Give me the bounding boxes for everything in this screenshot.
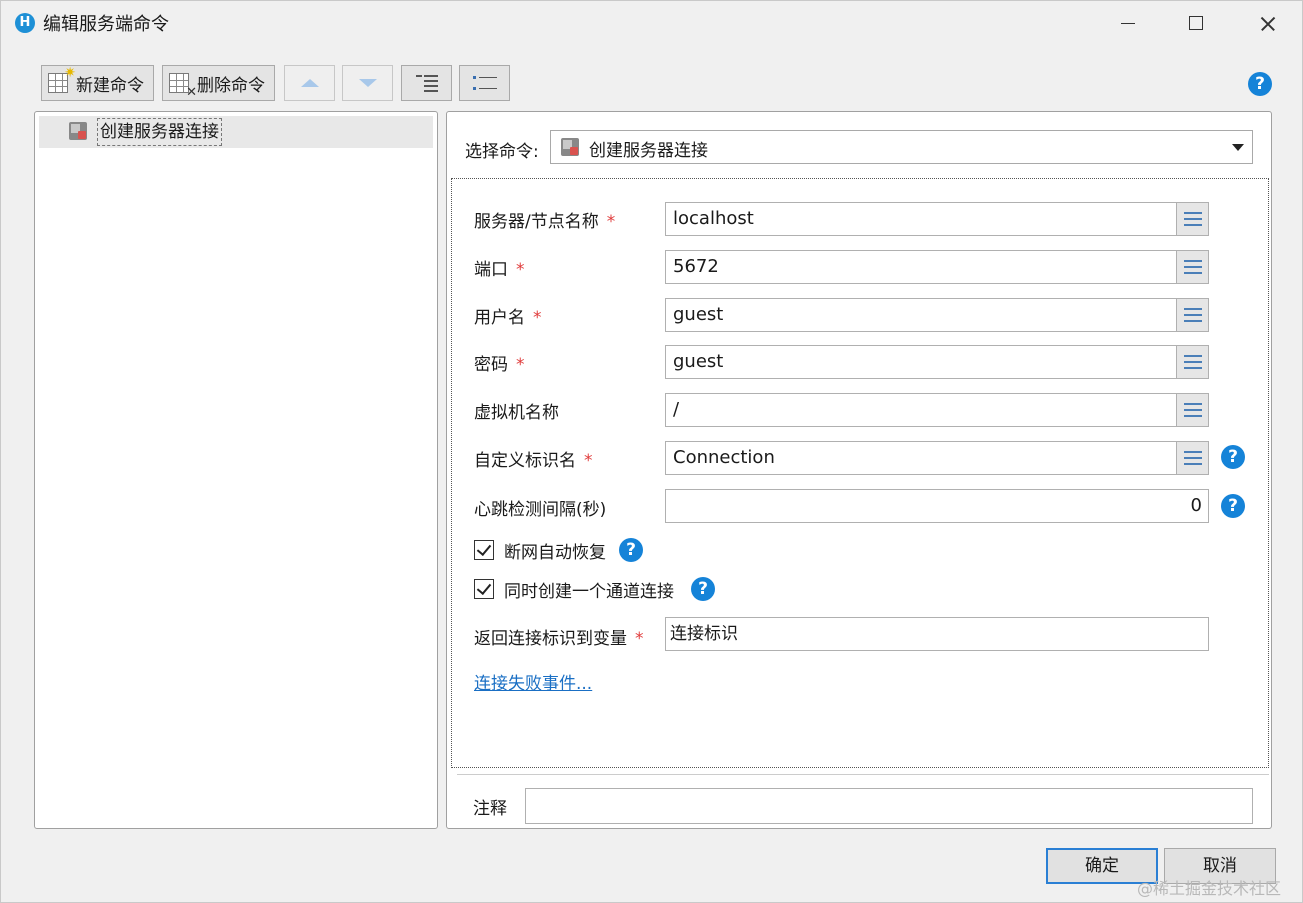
- new-command-button[interactable]: ✷ 新建命令: [41, 65, 154, 101]
- custom-id-input[interactable]: Connection: [665, 441, 1177, 475]
- arrow-up-icon: [300, 79, 319, 87]
- delete-table-icon: ✕: [169, 71, 197, 100]
- port-input[interactable]: 5672: [665, 250, 1177, 284]
- return-var-label: 返回连接标识到变量 *: [474, 629, 644, 649]
- move-down-button[interactable]: [342, 65, 393, 101]
- command-form: 服务器/节点名称 * localhost 端口 * 5672 用户名 * guest …: [451, 178, 1269, 768]
- password-label: 密码 *: [474, 355, 525, 375]
- new-table-icon: ✷: [48, 65, 76, 95]
- note-input[interactable]: [525, 788, 1253, 824]
- delete-command-button[interactable]: ✕ 删除命令: [162, 65, 275, 101]
- expression-button[interactable]: [1176, 345, 1209, 379]
- list-button[interactable]: [459, 65, 510, 101]
- custom-id-label: 自定义标识名 *: [474, 451, 593, 471]
- username-input[interactable]: guest: [665, 298, 1177, 332]
- new-command-label: 新建命令: [76, 75, 144, 96]
- auto-recover-label: 断网自动恢复: [504, 543, 606, 563]
- fail-event-link[interactable]: 连接失败事件...: [474, 669, 592, 694]
- note-label: 注释: [473, 799, 507, 819]
- create-channel-checkbox[interactable]: [474, 579, 494, 599]
- expression-button[interactable]: [1176, 393, 1209, 427]
- help-icon[interactable]: ?: [1221, 494, 1245, 518]
- tree-item[interactable]: 创建服务器连接: [39, 116, 433, 148]
- chevron-down-icon: [1232, 144, 1244, 151]
- return-var-input[interactable]: 连接标识: [665, 617, 1209, 651]
- indent-icon: [415, 74, 438, 92]
- indent-button[interactable]: [401, 65, 452, 101]
- password-input[interactable]: guest: [665, 345, 1177, 379]
- tree-item-label: 创建服务器连接: [97, 118, 222, 146]
- server-connect-icon: [69, 122, 87, 140]
- command-select-value: 创建服务器连接: [589, 141, 708, 161]
- expression-button[interactable]: [1176, 250, 1209, 284]
- help-icon[interactable]: ?: [1248, 72, 1272, 96]
- create-channel-label: 同时创建一个通道连接: [504, 582, 674, 602]
- list-icon: [472, 75, 497, 91]
- command-detail-panel: 选择命令: 创建服务器连接 服务器/节点名称 * localhost 端口 * 56…: [446, 111, 1272, 829]
- close-button[interactable]: [1231, 1, 1301, 45]
- command-tree-panel: 创建服务器连接: [34, 111, 438, 829]
- heartbeat-label: 心跳检测间隔(秒): [474, 500, 607, 520]
- help-icon[interactable]: ?: [1221, 445, 1245, 469]
- title-bar: H 编辑服务端命令: [1, 1, 1302, 45]
- vhost-label: 虚拟机名称: [474, 403, 559, 423]
- expression-button[interactable]: [1176, 298, 1209, 332]
- select-command-label: 选择命令:: [465, 142, 539, 162]
- expression-button[interactable]: [1176, 441, 1209, 475]
- heartbeat-input[interactable]: 0: [665, 489, 1209, 523]
- server-name-label: 服务器/节点名称 *: [474, 212, 616, 232]
- auto-recover-checkbox[interactable]: [474, 540, 494, 560]
- vhost-input[interactable]: /: [665, 393, 1177, 427]
- server-name-input[interactable]: localhost: [665, 202, 1177, 236]
- command-select[interactable]: 创建服务器连接: [550, 130, 1253, 164]
- watermark: @稀土掘金技术社区: [1137, 879, 1282, 898]
- arrow-down-icon: [358, 79, 377, 87]
- expression-button[interactable]: [1176, 202, 1209, 236]
- divider: [457, 774, 1269, 775]
- server-connect-icon: [561, 138, 579, 156]
- delete-command-label: 删除命令: [197, 75, 265, 96]
- window-title: 编辑服务端命令: [43, 14, 169, 35]
- port-label: 端口 *: [474, 260, 525, 280]
- username-label: 用户名 *: [474, 308, 542, 328]
- dialog-window: H 编辑服务端命令 ✷ 新建命令 ✕ 删除命令 ? 创建服务器连接 选择命令: …: [0, 0, 1303, 903]
- help-icon[interactable]: ?: [691, 577, 715, 601]
- app-logo-icon: H: [15, 13, 35, 33]
- maximize-button[interactable]: [1161, 1, 1231, 45]
- move-up-button[interactable]: [284, 65, 335, 101]
- help-icon[interactable]: ?: [619, 538, 643, 562]
- minimize-button[interactable]: [1091, 1, 1161, 45]
